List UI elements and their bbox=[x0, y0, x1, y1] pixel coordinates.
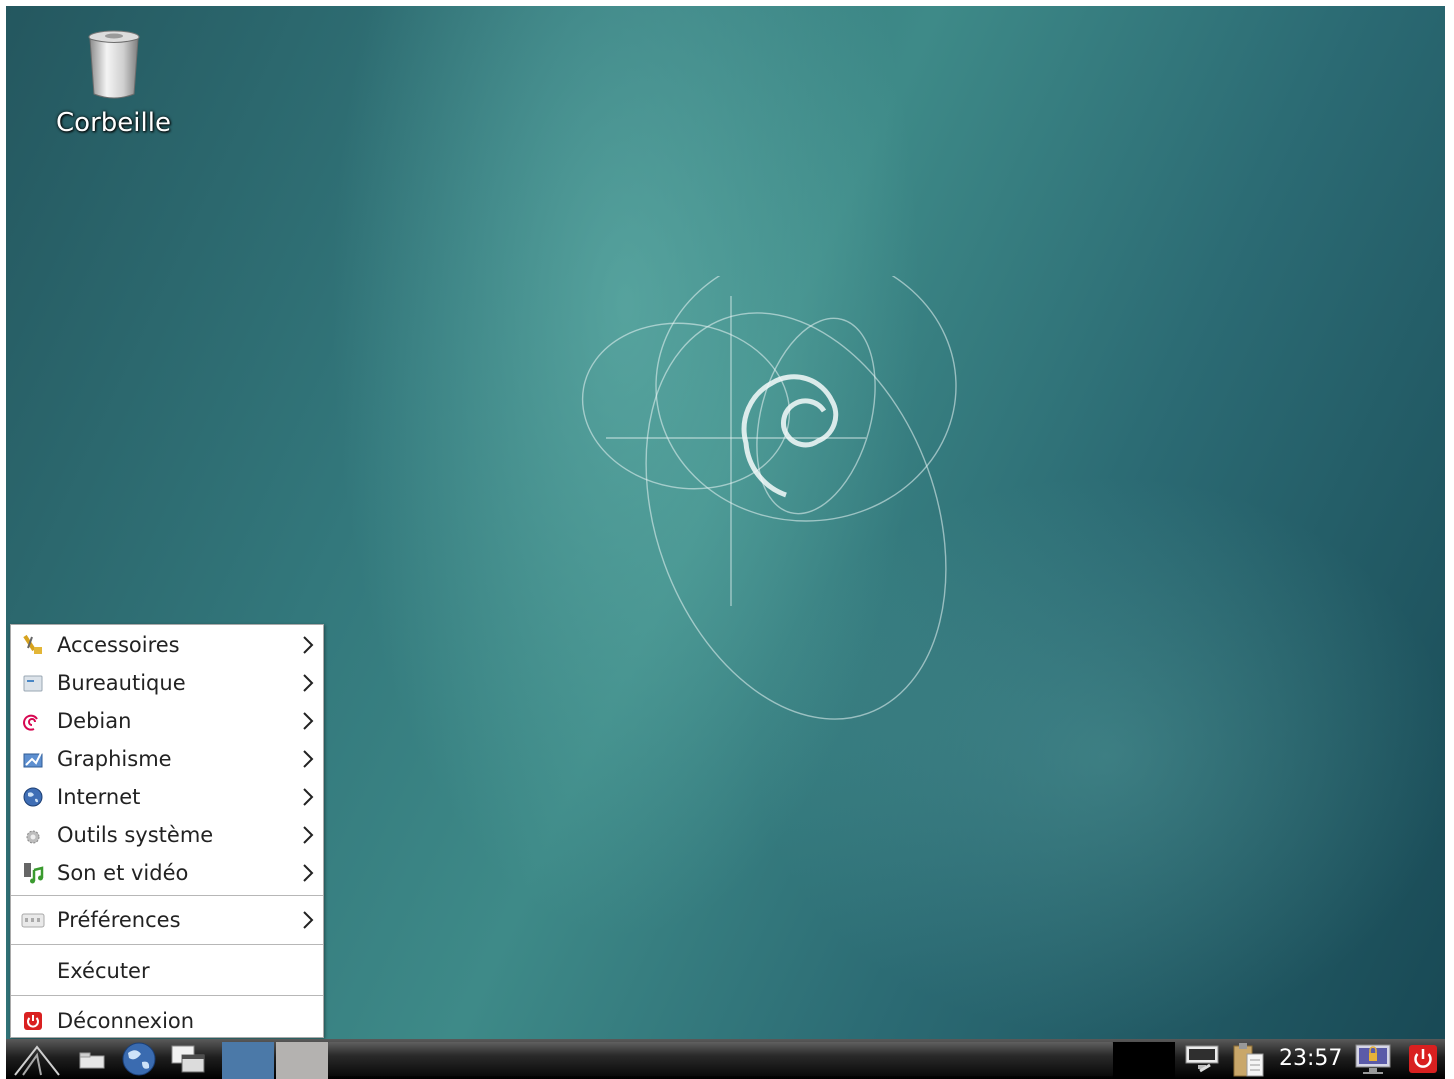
network-tray-button[interactable] bbox=[1182, 1039, 1222, 1079]
desktop[interactable]: Corbeille Accessoires Bureautique Debian bbox=[6, 6, 1445, 1079]
lock-screen-button[interactable] bbox=[1352, 1039, 1394, 1079]
start-menu-button[interactable] bbox=[12, 1039, 62, 1079]
internet-icon bbox=[21, 785, 45, 809]
lock-screen-icon bbox=[1355, 1044, 1391, 1074]
power-icon bbox=[1409, 1045, 1437, 1073]
menu-item-accessoires[interactable]: Accessoires bbox=[11, 627, 323, 663]
menu-separator bbox=[11, 944, 323, 945]
menu-item-label: Internet bbox=[57, 785, 141, 809]
chevron-right-icon bbox=[303, 864, 314, 882]
desktop-2-button[interactable] bbox=[276, 1042, 328, 1079]
chevron-right-icon bbox=[303, 712, 314, 730]
preferences-icon bbox=[21, 908, 45, 932]
taskbar: 23:57 bbox=[6, 1039, 1445, 1079]
office-icon bbox=[21, 671, 45, 695]
menu-item-deconnexion[interactable]: Déconnexion bbox=[11, 1003, 323, 1039]
menu-item-executer[interactable]: Exécuter bbox=[11, 953, 323, 989]
chevron-right-icon bbox=[303, 788, 314, 806]
clipboard-tray-button[interactable] bbox=[1230, 1039, 1268, 1079]
window-switcher-icon bbox=[171, 1045, 205, 1073]
task-list bbox=[328, 1042, 1113, 1076]
power-button[interactable] bbox=[1406, 1039, 1440, 1079]
start-menu-icon bbox=[14, 1045, 60, 1076]
chevron-right-icon bbox=[303, 826, 314, 844]
menu-item-label: Debian bbox=[57, 709, 132, 733]
menu-item-label: Exécuter bbox=[57, 959, 150, 983]
chevron-right-icon bbox=[303, 911, 314, 929]
debian-icon bbox=[21, 709, 45, 733]
desktop-1-button[interactable] bbox=[222, 1042, 274, 1079]
graphics-icon bbox=[21, 747, 45, 771]
menu-separator bbox=[11, 895, 323, 896]
trash-icon bbox=[88, 30, 139, 99]
menu-item-debian[interactable]: Debian bbox=[11, 703, 323, 739]
menu-item-label: Graphisme bbox=[57, 747, 172, 771]
menu-item-label: Outils système bbox=[57, 823, 214, 847]
trash-label: Corbeille bbox=[56, 108, 171, 138]
logout-icon bbox=[21, 1009, 45, 1033]
clipboard-icon bbox=[1233, 1043, 1264, 1077]
file-manager-icon bbox=[79, 1052, 105, 1069]
accessories-icon bbox=[21, 633, 45, 657]
clock[interactable]: 23:57 bbox=[1279, 1039, 1342, 1079]
menu-item-label: Son et vidéo bbox=[57, 861, 189, 885]
network-icon bbox=[1185, 1045, 1219, 1073]
menu-item-label: Bureautique bbox=[57, 671, 186, 695]
web-browser-launcher[interactable] bbox=[118, 1039, 160, 1079]
cpu-monitor bbox=[1113, 1042, 1175, 1079]
trash-desktop-icon[interactable]: Corbeille bbox=[46, 28, 181, 138]
chevron-right-icon bbox=[303, 750, 314, 768]
menu-item-bureautique[interactable]: Bureautique bbox=[11, 665, 323, 701]
menu-item-preferences[interactable]: Préférences bbox=[11, 902, 323, 938]
system-tools-icon bbox=[21, 823, 45, 847]
application-menu: Accessoires Bureautique Debian Graphisme bbox=[10, 624, 324, 1038]
chevron-right-icon bbox=[303, 674, 314, 692]
menu-item-graphisme[interactable]: Graphisme bbox=[11, 741, 323, 777]
menu-item-son-et-video[interactable]: Son et vidéo bbox=[11, 855, 323, 891]
menu-item-label: Préférences bbox=[57, 908, 181, 932]
chevron-right-icon bbox=[303, 636, 314, 654]
menu-item-outils-systeme[interactable]: Outils système bbox=[11, 817, 323, 853]
menu-item-label: Accessoires bbox=[57, 633, 180, 657]
menu-item-label: Déconnexion bbox=[57, 1009, 195, 1033]
menu-separator bbox=[11, 995, 323, 996]
debian-wallpaper-logo bbox=[581, 276, 957, 720]
window-switcher-launcher[interactable] bbox=[166, 1039, 210, 1079]
multimedia-icon bbox=[21, 861, 45, 885]
file-manager-launcher[interactable] bbox=[74, 1039, 110, 1079]
web-browser-icon bbox=[122, 1042, 156, 1076]
menu-item-internet[interactable]: Internet bbox=[11, 779, 323, 815]
